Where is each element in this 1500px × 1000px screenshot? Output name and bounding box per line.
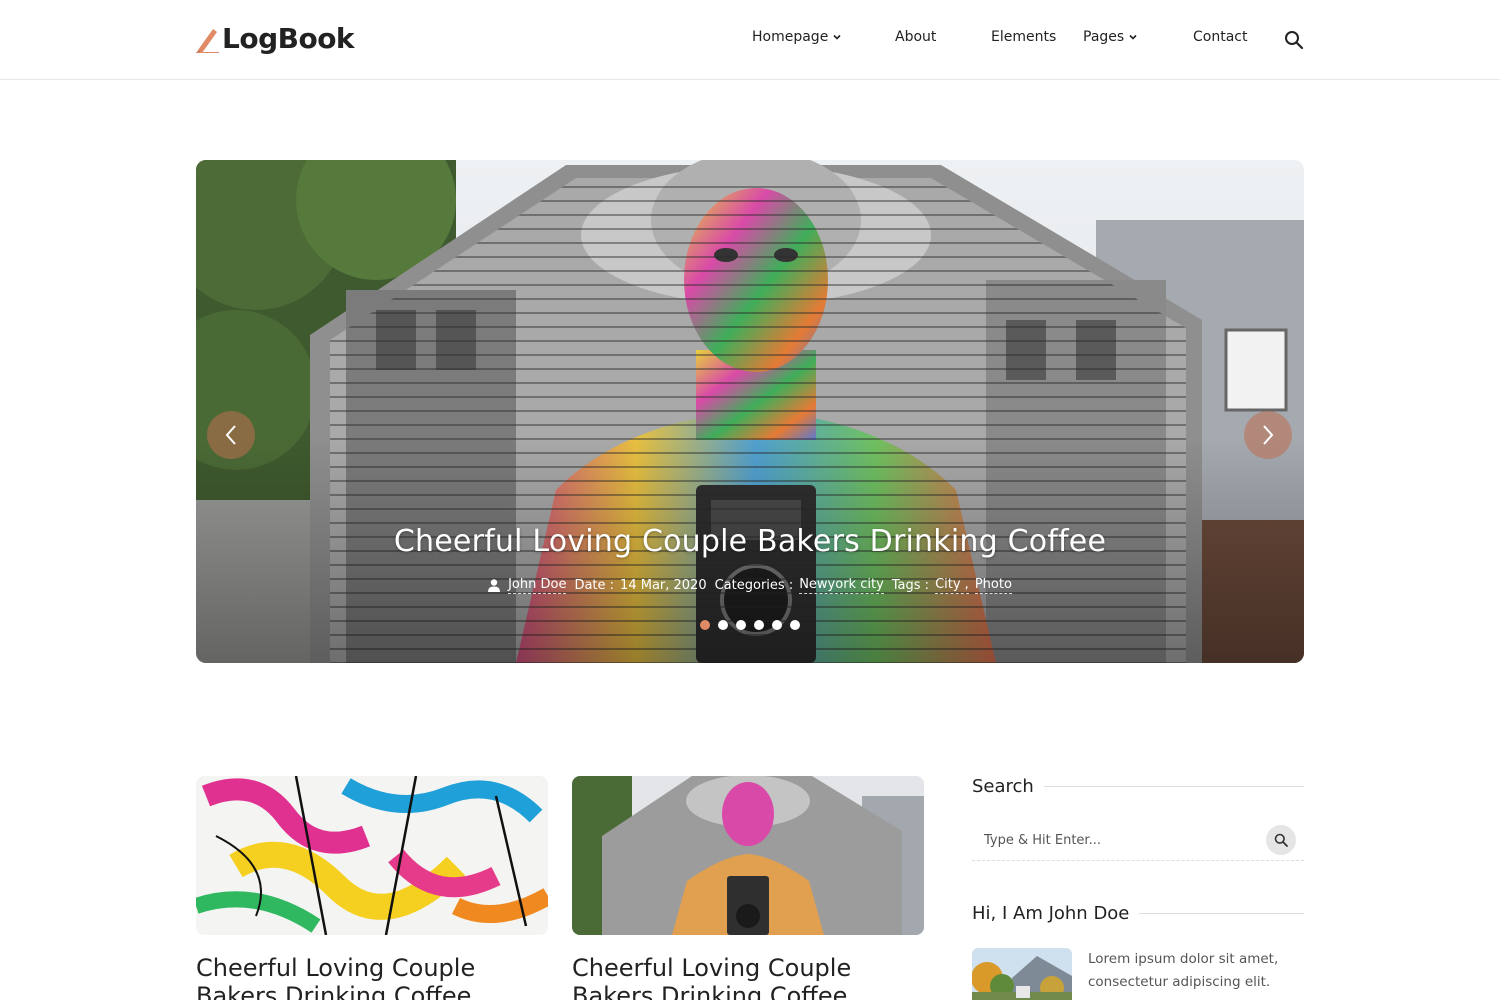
- search-widget-title: Search: [972, 776, 1304, 797]
- logo[interactable]: LogBook: [195, 20, 355, 56]
- chevron-left-icon: [225, 425, 236, 445]
- nav-item-homepage[interactable]: Homepage: [752, 29, 842, 45]
- chevron-down-icon: [833, 34, 841, 40]
- search-submit-button[interactable]: [1266, 825, 1296, 855]
- slider-prev-button[interactable]: [207, 411, 255, 459]
- post-card[interactable]: Cheerful Loving Couple Bakers Drinking C…: [196, 776, 548, 1000]
- slider-dot[interactable]: [718, 620, 728, 630]
- sidebar: Search Hi, I Am John Doe Lore: [972, 776, 1304, 1000]
- about-description: Lorem ipsum dolor sit amet, consectetur …: [1088, 951, 1279, 990]
- pencil-logo-icon: [196, 29, 219, 53]
- category-link[interactable]: Newyork city: [799, 577, 884, 594]
- date-value: 14 Mar, 2020: [620, 578, 707, 593]
- nav-item-about[interactable]: About: [895, 29, 936, 45]
- widget-heading: Hi, I Am John Doe: [972, 903, 1130, 924]
- slider-pagination: [196, 620, 1304, 630]
- mural-photo-image: [572, 776, 924, 935]
- about-image: [972, 948, 1072, 1000]
- search-icon: [1274, 833, 1288, 847]
- nav-item-label: Contact: [1193, 29, 1248, 45]
- widget-heading: Search: [972, 776, 1034, 797]
- post-thumbnail[interactable]: [572, 776, 924, 935]
- divider: [1139, 913, 1304, 914]
- site-header: LogBook Homepage About Elements Pages Co…: [0, 0, 1500, 80]
- divider: [1043, 786, 1304, 787]
- date-label: Date :: [574, 578, 615, 593]
- abstract-paint-image: [196, 776, 548, 935]
- search-form: [972, 823, 1304, 861]
- slider-next-button[interactable]: [1244, 411, 1292, 459]
- post-title[interactable]: Cheerful Loving Couple Bakers Drinking C…: [196, 954, 548, 1000]
- nav-item-label: Homepage: [752, 29, 829, 45]
- chevron-down-icon: [1129, 34, 1137, 40]
- post-title[interactable]: Cheerful Loving Couple Bakers Drinking C…: [572, 954, 924, 1000]
- tag-link[interactable]: Photo: [974, 577, 1012, 594]
- tag-link[interactable]: City ,: [935, 577, 969, 594]
- slider-dot[interactable]: [754, 620, 764, 630]
- chevron-right-icon: [1263, 425, 1274, 445]
- slider-dot[interactable]: [772, 620, 782, 630]
- nav-item-contact[interactable]: Contact: [1193, 29, 1247, 45]
- user-icon: [488, 579, 501, 592]
- landscape-photo-image: [972, 948, 1072, 1000]
- nav-item-label: Pages: [1083, 29, 1125, 45]
- hero-title[interactable]: Cheerful Loving Couple Bakers Drinking C…: [196, 524, 1304, 559]
- post-thumbnail[interactable]: [196, 776, 548, 935]
- about-widget-title: Hi, I Am John Doe: [972, 903, 1304, 924]
- hero-post-meta: John Doe Date : 14 Mar, 2020 Categories …: [196, 577, 1304, 594]
- nav-item-pages[interactable]: Pages: [1083, 29, 1138, 45]
- slider-dot[interactable]: [700, 620, 710, 630]
- about-widget: Lorem ipsum dolor sit amet, consectetur …: [972, 948, 1304, 1000]
- nav-item-label: Elements: [991, 29, 1057, 45]
- search-icon[interactable]: [1284, 30, 1304, 50]
- slider-dot[interactable]: [790, 620, 800, 630]
- categories-label: Categories :: [714, 578, 794, 593]
- tags-label: Tags :: [891, 578, 930, 593]
- nav-item-elements[interactable]: Elements: [991, 29, 1056, 45]
- hero-slider: Cheerful Loving Couple Bakers Drinking C…: [196, 160, 1304, 663]
- search-input[interactable]: [972, 823, 1304, 857]
- post-card[interactable]: Cheerful Loving Couple Bakers Drinking C…: [572, 776, 924, 1000]
- nav-item-label: About: [895, 29, 937, 45]
- slider-dot[interactable]: [736, 620, 746, 630]
- author-link[interactable]: John Doe: [508, 577, 567, 594]
- brand-name: LogBook: [222, 21, 355, 55]
